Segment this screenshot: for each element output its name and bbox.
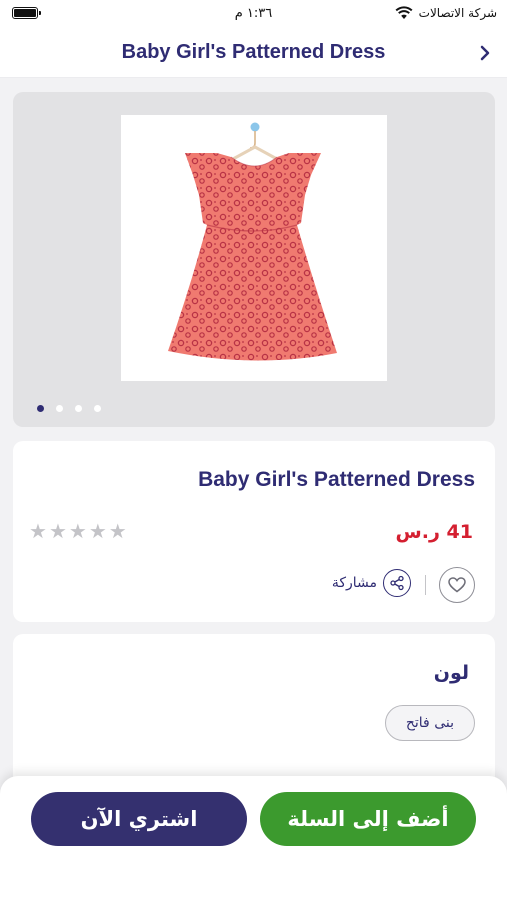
- product-price: 41 ر.س: [395, 521, 473, 543]
- dress-image: [168, 122, 337, 361]
- share-icon: [383, 569, 411, 597]
- page-title: Baby Girl's Patterned Dress: [121, 41, 386, 63]
- heart-icon: [448, 577, 466, 593]
- pagination-dot[interactable]: [56, 405, 63, 412]
- rating-stars[interactable]: ★ ★ ★ ★ ★: [29, 521, 127, 541]
- bottom-action-bar: أضف إلى السلة اشتري الآن: [0, 776, 507, 900]
- back-chevron-icon[interactable]: [475, 42, 495, 64]
- star-icon: ★: [29, 519, 47, 543]
- star-icon: ★: [108, 519, 127, 543]
- status-bar: ١:٣٦ م شركة الاتصالات: [0, 0, 507, 28]
- share-label: مشاركة: [331, 575, 377, 591]
- star-icon: ★: [68, 519, 87, 543]
- buy-now-button[interactable]: اشتري الآن: [31, 792, 247, 846]
- color-option-chip[interactable]: بنى فاتح: [384, 705, 475, 741]
- wifi-icon: [395, 6, 413, 19]
- product-gallery[interactable]: [13, 92, 495, 427]
- nav-header: Baby Girl's Patterned Dress: [0, 28, 507, 78]
- product-image[interactable]: [121, 115, 387, 381]
- star-icon: ★: [88, 519, 107, 543]
- star-icon: ★: [48, 519, 67, 543]
- pagination-dot[interactable]: [94, 405, 101, 412]
- divider: [425, 575, 426, 595]
- pagination-dot[interactable]: [37, 405, 44, 412]
- favorite-button[interactable]: [439, 567, 475, 603]
- share-button[interactable]: مشاركة: [332, 569, 411, 597]
- color-section-title: لون: [433, 662, 469, 684]
- carrier-name: شركة الاتصالات: [418, 6, 497, 20]
- add-to-cart-button[interactable]: أضف إلى السلة: [260, 792, 476, 846]
- gallery-pagination: [37, 405, 101, 412]
- pagination-dot[interactable]: [75, 405, 82, 412]
- product-name: Baby Girl's Patterned Dress: [198, 468, 475, 491]
- carrier-info: شركة الاتصالات: [395, 6, 497, 20]
- product-info-card: Baby Girl's Patterned Dress 41 ر.س ★ ★ ★…: [13, 441, 495, 622]
